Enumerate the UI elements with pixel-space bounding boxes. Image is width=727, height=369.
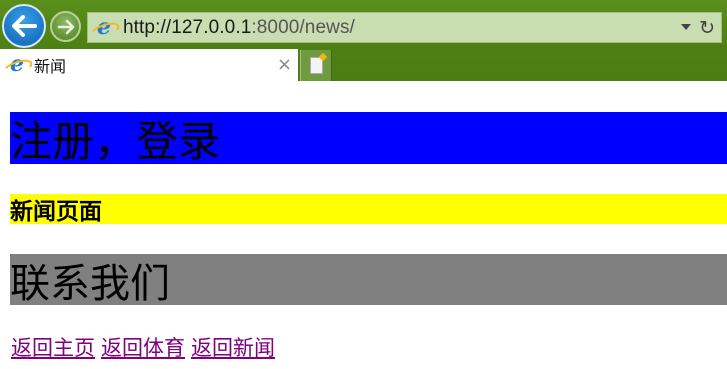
tab-favicon-icon: e	[6, 53, 28, 76]
contact-us-heading: 联系我们	[10, 254, 727, 307]
register-login-heading: 注册，登录	[10, 112, 727, 166]
news-page-heading: 新闻页面	[10, 194, 727, 225]
new-tab-button[interactable]	[300, 50, 332, 81]
tab-news[interactable]: e 新闻 ×	[0, 49, 298, 81]
forward-arrow-icon	[57, 19, 74, 34]
address-dropdown-icon[interactable]	[681, 24, 691, 30]
url-text[interactable]: http://127.0.0.1:8000/news/	[123, 17, 355, 39]
back-arrow-icon	[12, 15, 37, 37]
tab-title: 新闻	[34, 57, 67, 76]
new-tab-icon	[309, 57, 323, 74]
ie-logo-icon: e	[93, 16, 115, 39]
link-news[interactable]: 返回新闻	[191, 336, 275, 360]
link-sports[interactable]: 返回体育	[101, 336, 185, 360]
forward-button[interactable]	[50, 11, 81, 42]
link-home[interactable]: 返回主页	[11, 336, 95, 360]
url-host: http://127.0.0.1	[123, 16, 252, 38]
tab-close-icon[interactable]: ×	[277, 54, 292, 75]
browser-chrome: e http://127.0.0.1:8000/news/ ↻ e 新闻 ×	[0, 0, 727, 81]
url-path: :8000/news/	[251, 16, 355, 38]
address-bar[interactable]: e http://127.0.0.1:8000/news/ ↻	[87, 12, 722, 43]
refresh-icon[interactable]: ↻	[699, 17, 715, 39]
nav-links: 返回主页 返回体育 返回新闻	[11, 332, 281, 362]
back-button[interactable]	[2, 4, 46, 48]
